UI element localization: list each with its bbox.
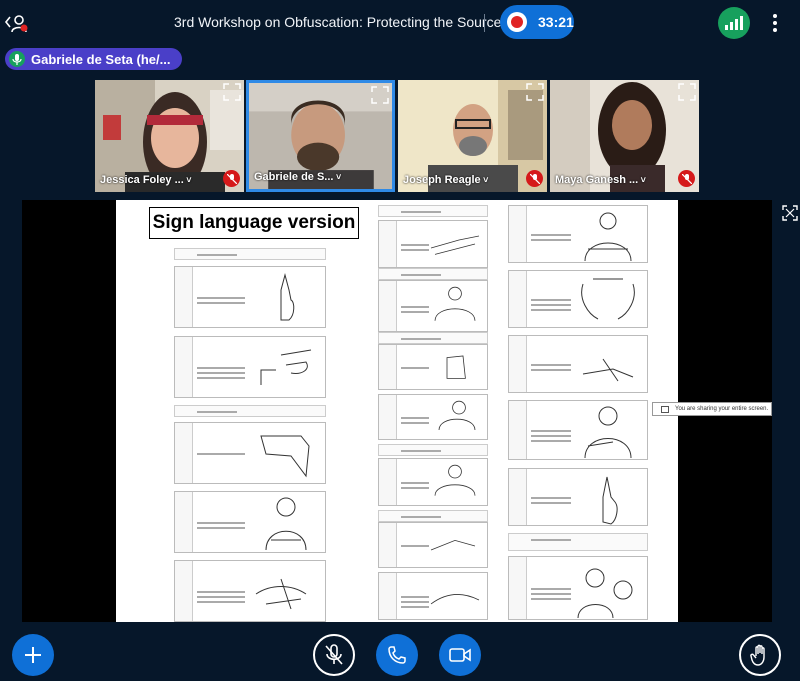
mic-icon [9, 51, 25, 67]
video-tile-joseph[interactable]: Joseph Reagle ˅ [398, 80, 547, 192]
user-list-toggle-icon[interactable] [4, 12, 30, 34]
chevron-down-icon[interactable]: ˅ [333, 172, 341, 182]
sign-row [378, 572, 488, 620]
meeting-title: 3rd Workshop on Obfuscation: Protecting … [174, 14, 502, 30]
connection-status-icon[interactable] [718, 7, 750, 39]
sign-row [508, 556, 648, 620]
sign-row [508, 400, 648, 460]
hand-sign-illustration [577, 568, 633, 619]
fullscreen-icon[interactable] [678, 83, 696, 101]
sign-row [378, 394, 488, 440]
talking-indicator[interactable]: Gabriele de Seta (he/... [5, 48, 182, 70]
hand-sign-illustration [280, 273, 295, 321]
sharing-notice: You are sharing your entire screen. [652, 402, 772, 416]
phone-icon [388, 646, 406, 664]
hand-sign-illustration [434, 464, 476, 496]
hand-sign-illustration [430, 235, 480, 255]
table-header [378, 205, 488, 217]
table-header [378, 268, 488, 280]
table-header [378, 332, 488, 344]
sign-row [378, 280, 488, 332]
slide-label: Sign language version [149, 207, 359, 239]
sign-row [174, 336, 326, 398]
hand-sign-illustration [584, 406, 632, 459]
top-bar: 3rd Workshop on Obfuscation: Protecting … [0, 0, 800, 45]
fullscreen-icon[interactable] [371, 86, 389, 104]
chevron-down-icon[interactable]: ˅ [184, 175, 191, 185]
talker-name: Gabriele de Seta (he/... [31, 51, 171, 67]
sign-row [508, 335, 648, 393]
hand-sign-illustration [430, 539, 476, 551]
hand-sign-illustration [434, 286, 476, 321]
hand-sign-illustration [255, 578, 307, 610]
actions-button[interactable] [12, 634, 54, 676]
fullscreen-icon[interactable] [223, 83, 241, 101]
sign-row [378, 344, 488, 390]
sign-row [378, 220, 488, 268]
table-header [174, 405, 326, 417]
hand-sign-illustration [446, 355, 466, 379]
participant-name: Joseph Reagle ˅ [403, 174, 489, 186]
raise-hand-button[interactable] [739, 634, 781, 676]
video-camera-icon [449, 648, 471, 662]
recording-time: 33:21 [538, 14, 574, 30]
unmute-button[interactable] [313, 634, 355, 676]
video-tile-jessica[interactable]: Jessica Foley ... ˅ [95, 80, 244, 192]
window-icon [661, 406, 669, 413]
recording-button[interactable]: 33:21 [500, 5, 574, 39]
table-header [378, 510, 488, 522]
sign-row [378, 458, 488, 506]
hand-sign-illustration [581, 278, 635, 320]
sign-row [174, 560, 326, 622]
leave-audio-button[interactable] [376, 634, 418, 676]
mic-muted-icon [678, 170, 695, 187]
participant-name: Maya Ganesh ... ˅ [555, 174, 646, 186]
screenshare-fullscreen-icon[interactable] [782, 205, 798, 221]
sign-row [174, 491, 326, 553]
more-options-icon[interactable] [768, 12, 782, 34]
sign-row [174, 266, 326, 328]
mic-muted-icon [223, 170, 240, 187]
hand-sign-illustration [438, 400, 476, 431]
table-header [508, 533, 648, 551]
hand-sign-illustration [582, 358, 634, 382]
plus-icon [25, 647, 41, 663]
hand-sign-illustration [260, 435, 310, 478]
table-header [378, 444, 488, 456]
sign-row [508, 270, 648, 328]
chevron-down-icon[interactable]: ˅ [481, 175, 488, 185]
participant-name: Gabriele de S... ˅ [254, 171, 342, 183]
mic-muted-icon [325, 644, 343, 665]
hand-sign-illustration [602, 476, 618, 525]
sharing-notice-text: You are sharing your entire screen. [675, 406, 769, 412]
video-tile-maya[interactable]: Maya Ganesh ... ˅ [550, 80, 699, 192]
video-tile-gabriele[interactable]: Gabriele de S... ˅ [246, 80, 395, 192]
hand-sign-illustration [260, 349, 312, 385]
record-icon [507, 12, 527, 32]
mic-muted-icon [526, 170, 543, 187]
title-divider [484, 14, 485, 32]
participant-name: Jessica Foley ... ˅ [100, 174, 192, 186]
hand-sign-illustration [265, 497, 307, 551]
sign-row [508, 468, 648, 526]
sign-row [508, 205, 648, 263]
chevron-down-icon[interactable]: ˅ [638, 175, 646, 185]
shared-document: Sign language version [116, 200, 678, 622]
fullscreen-icon[interactable] [526, 83, 544, 101]
hand-sign-illustration [584, 212, 632, 262]
sign-row [174, 422, 326, 484]
sign-row [378, 522, 488, 568]
share-webcam-button[interactable] [439, 634, 481, 676]
table-header [174, 248, 326, 260]
hand-sign-illustration [430, 594, 480, 605]
hand-icon [750, 644, 765, 666]
